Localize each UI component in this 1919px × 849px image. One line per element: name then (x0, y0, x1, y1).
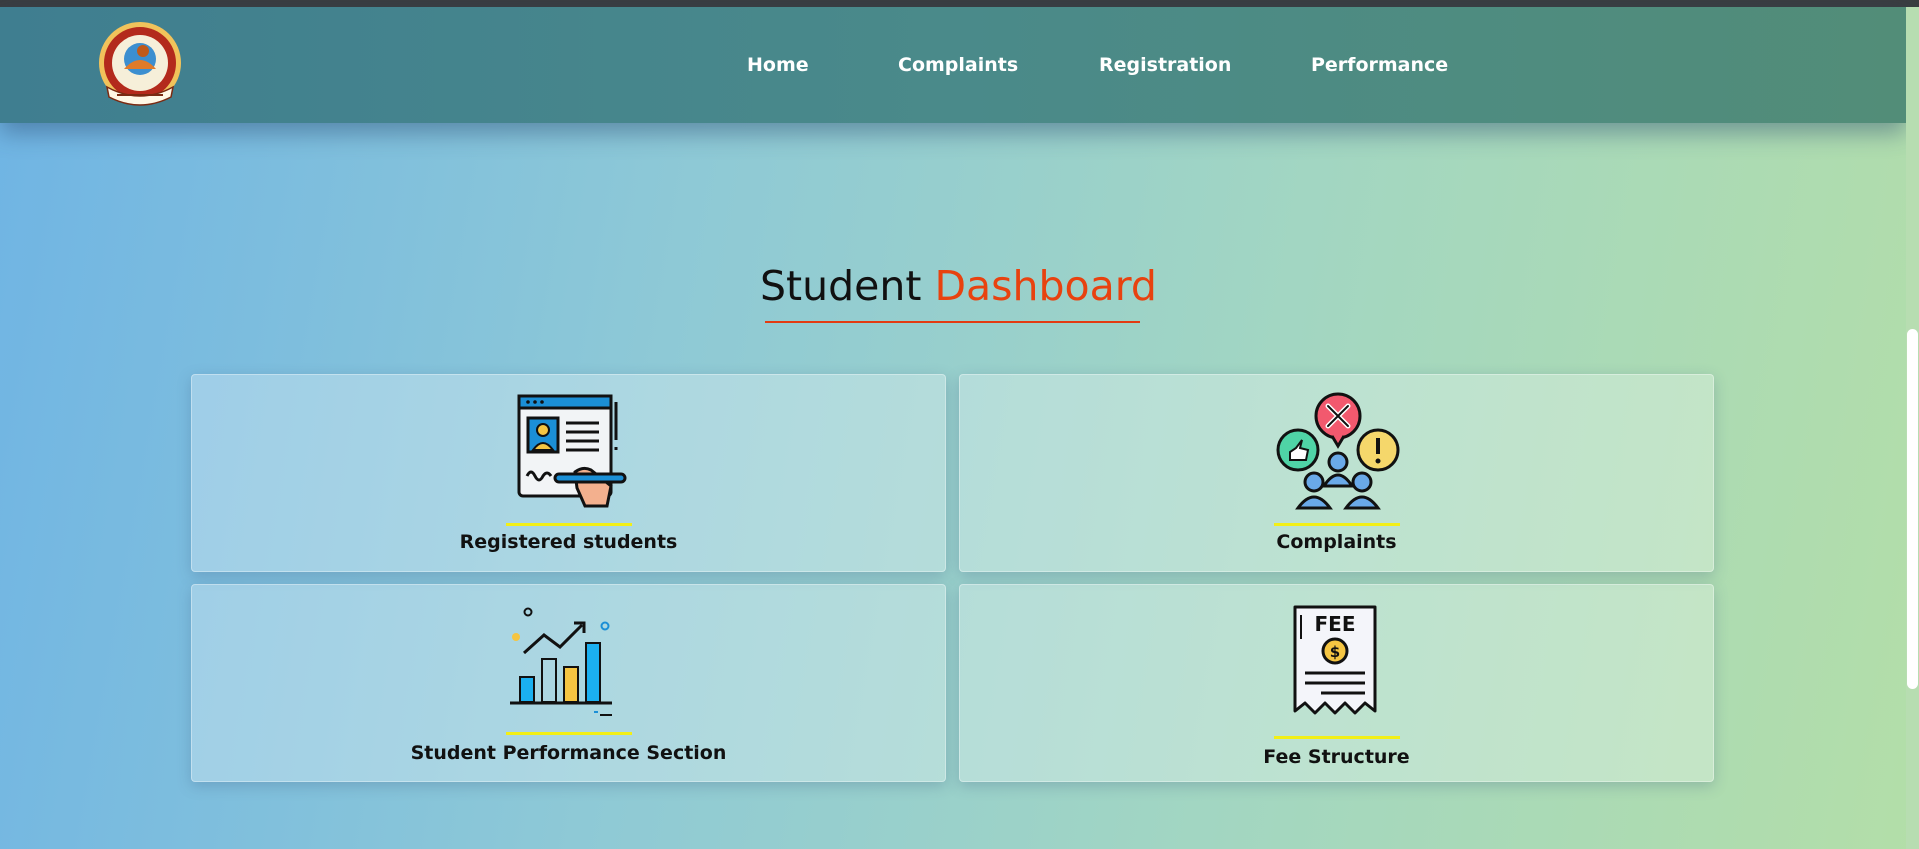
card-complaints[interactable]: Complaints (959, 374, 1714, 572)
institution-logo[interactable] (97, 21, 183, 113)
performance-chart-icon (510, 607, 612, 716)
card-label: Registered students (459, 531, 678, 553)
nav-complaints-link[interactable]: Complaints (898, 54, 1018, 76)
fee-icon-text: FEE (1315, 612, 1356, 636)
top-navbar: Home Complaints Registration Performance (0, 7, 1906, 123)
window-top-edge (0, 0, 1919, 7)
fee-receipt-icon: FEE $ (1293, 605, 1377, 715)
card-underline (506, 523, 632, 526)
page-title-part1: Student (760, 262, 922, 310)
nav-performance-link[interactable]: Performance (1311, 54, 1448, 76)
page-scrollbar[interactable] (1906, 7, 1919, 849)
card-underline (1274, 736, 1400, 739)
page-title-part2: Dashboard (934, 262, 1157, 310)
nav-registration-link[interactable]: Registration (1099, 54, 1231, 76)
complaints-feedback-icon (1276, 392, 1400, 510)
card-underline (506, 732, 632, 735)
registration-form-icon (517, 394, 627, 508)
card-registered-students[interactable]: Registered students (191, 374, 946, 572)
fee-currency-symbol: $ (1330, 643, 1340, 661)
card-student-performance[interactable]: Student Performance Section (191, 584, 946, 782)
card-label: Complaints (1276, 531, 1397, 553)
card-label: Fee Structure (1263, 746, 1410, 768)
scrollbar-thumb[interactable] (1907, 329, 1918, 689)
card-label: Student Performance Section (410, 742, 727, 764)
nav-home-link[interactable]: Home (747, 54, 809, 76)
card-fee-structure[interactable]: FEE $ Fee Structure (959, 584, 1714, 782)
card-underline (1274, 523, 1400, 526)
title-underline (765, 321, 1140, 323)
page-title: Student Dashboard (760, 262, 1157, 310)
